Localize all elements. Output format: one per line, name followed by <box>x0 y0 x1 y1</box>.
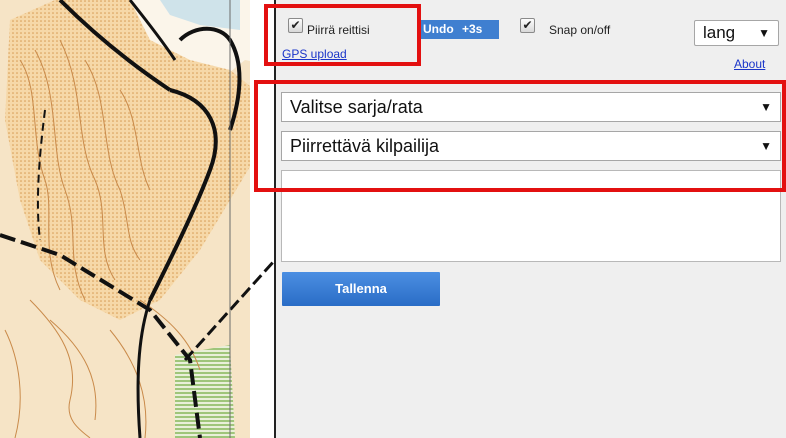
series-select-value: Valitse sarja/rata <box>290 97 423 117</box>
chevron-down-icon: ▼ <box>758 26 770 40</box>
control-panel: ✔ Piirrä reittisi Undo +3s ✔ Snap on/off… <box>276 0 786 438</box>
orienteering-map[interactable] <box>0 0 275 438</box>
draw-route-checkbox[interactable]: ✔ <box>288 18 303 33</box>
gps-upload-link[interactable]: GPS upload <box>282 47 347 61</box>
snap-label: Snap on/off <box>549 23 611 37</box>
map-graphic <box>0 0 275 438</box>
undo-button[interactable]: Undo <box>420 20 463 39</box>
chevron-down-icon: ▼ <box>760 100 772 114</box>
draw-route-label: Piirrä reittisi <box>307 23 370 37</box>
snap-checkbox[interactable]: ✔ <box>520 18 535 33</box>
save-button[interactable]: Tallenna <box>282 272 440 306</box>
language-select[interactable]: lang ▼ <box>694 20 779 46</box>
plus-3s-button[interactable]: +3s <box>459 20 499 39</box>
comment-textarea[interactable] <box>281 170 781 262</box>
about-link[interactable]: About <box>734 57 765 71</box>
chevron-down-icon: ▼ <box>760 139 772 153</box>
competitor-select-value: Piirrettävä kilpailija <box>290 136 440 156</box>
competitor-select[interactable]: Piirrettävä kilpailija ▼ <box>281 131 781 161</box>
series-select[interactable]: Valitse sarja/rata ▼ <box>281 92 781 122</box>
language-select-value: lang <box>703 23 736 42</box>
